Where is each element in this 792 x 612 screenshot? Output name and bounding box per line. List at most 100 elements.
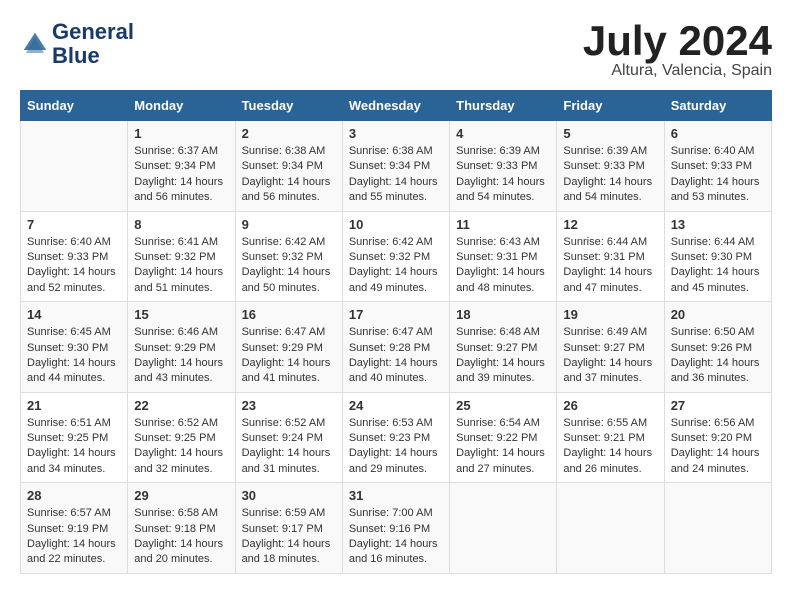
cell-content: Sunrise: 6:39 AM Sunset: 9:33 PM Dayligh… [456, 144, 550, 206]
calendar-cell: 9Sunrise: 6:42 AM Sunset: 9:32 PM Daylig… [235, 211, 342, 302]
calendar-cell [664, 483, 771, 574]
cell-content: Sunrise: 6:58 AM Sunset: 9:18 PM Dayligh… [134, 506, 228, 568]
month-title: July 2024 [583, 20, 772, 62]
day-number: 6 [671, 126, 765, 141]
cell-content: Sunrise: 6:57 AM Sunset: 9:19 PM Dayligh… [27, 506, 121, 568]
calendar-cell: 17Sunrise: 6:47 AM Sunset: 9:28 PM Dayli… [342, 302, 449, 393]
calendar-week-row: 14Sunrise: 6:45 AM Sunset: 9:30 PM Dayli… [21, 302, 772, 393]
cell-content: Sunrise: 6:39 AM Sunset: 9:33 PM Dayligh… [563, 144, 657, 206]
calendar-cell: 6 Sunrise: 6:40 AM Sunset: 9:33 PM Daylig… [664, 121, 771, 212]
day-number: 23 [242, 398, 336, 413]
day-number: 15 [134, 307, 228, 322]
cell-content: Sunrise: 6:59 AM Sunset: 9:17 PM Dayligh… [242, 506, 336, 568]
col-thursday: Thursday [450, 91, 557, 121]
day-number: 20 [671, 307, 765, 322]
calendar-cell [21, 121, 128, 212]
logo: General Blue [20, 20, 134, 68]
calendar-cell: 1Sunrise: 6:37 AM Sunset: 9:34 PM Daylig… [128, 121, 235, 212]
cell-content: Sunrise: 6:44 AM Sunset: 9:30 PM Dayligh… [671, 235, 765, 297]
day-number: 3 [349, 126, 443, 141]
calendar-cell [450, 483, 557, 574]
day-number: 18 [456, 307, 550, 322]
cell-content: Sunrise: 6:42 AM Sunset: 9:32 PM Dayligh… [242, 235, 336, 297]
day-number: 21 [27, 398, 121, 413]
calendar-cell: 10 Sunrise: 6:42 AM Sunset: 9:32 PM Dayli… [342, 211, 449, 302]
day-number: 7 [27, 217, 121, 232]
day-number: 13 [671, 217, 765, 232]
day-number: 31 [349, 488, 443, 503]
calendar-cell: 22 Sunrise: 6:52 AM Sunset: 9:25 PM Dayli… [128, 392, 235, 483]
calendar-cell: 14Sunrise: 6:45 AM Sunset: 9:30 PM Dayli… [21, 302, 128, 393]
day-number: 5 [563, 126, 657, 141]
cell-content: Sunrise: 6:38 AM Sunset: 9:34 PM Dayligh… [349, 144, 443, 206]
calendar-week-row: 28 Sunrise: 6:57 AM Sunset: 9:19 PM Dayli… [21, 483, 772, 574]
cell-content: Sunrise: 6:41 AM Sunset: 9:32 PM Dayligh… [134, 235, 228, 297]
cell-content: Sunrise: 6:51 AM Sunset: 9:25 PM Dayligh… [27, 416, 121, 478]
calendar-cell: 21 Sunrise: 6:51 AM Sunset: 9:25 PM Dayli… [21, 392, 128, 483]
col-sunday: Sunday [21, 91, 128, 121]
cell-content: Sunrise: 6:38 AM Sunset: 9:34 PM Dayligh… [242, 144, 336, 206]
calendar-cell: 8Sunrise: 6:41 AM Sunset: 9:32 PM Daylig… [128, 211, 235, 302]
cell-content: Sunrise: 6:48 AM Sunset: 9:27 PM Dayligh… [456, 325, 550, 387]
cell-content: Sunrise: 6:40 AM Sunset: 9:33 PM Dayligh… [27, 235, 121, 297]
logo-line1: General [52, 20, 134, 44]
col-wednesday: Wednesday [342, 91, 449, 121]
day-number: 19 [563, 307, 657, 322]
page-header: General Blue July 2024 Altura, Valencia,… [20, 20, 772, 80]
day-number: 11 [456, 217, 550, 232]
cell-content: Sunrise: 6:55 AM Sunset: 9:21 PM Dayligh… [563, 416, 657, 478]
calendar-header: Sunday Monday Tuesday Wednesday Thursday… [21, 91, 772, 121]
title-area: July 2024 Altura, Valencia, Spain [583, 20, 772, 80]
calendar-cell: 13 Sunrise: 6:44 AM Sunset: 9:30 PM Dayli… [664, 211, 771, 302]
calendar-cell [557, 483, 664, 574]
calendar-cell: 27Sunrise: 6:56 AM Sunset: 9:20 PM Dayli… [664, 392, 771, 483]
cell-content: Sunrise: 6:40 AM Sunset: 9:33 PM Dayligh… [671, 144, 765, 206]
day-number: 4 [456, 126, 550, 141]
day-number: 22 [134, 398, 228, 413]
cell-content: Sunrise: 6:46 AM Sunset: 9:29 PM Dayligh… [134, 325, 228, 387]
calendar-cell: 28 Sunrise: 6:57 AM Sunset: 9:19 PM Dayli… [21, 483, 128, 574]
cell-content: Sunrise: 6:49 AM Sunset: 9:27 PM Dayligh… [563, 325, 657, 387]
cell-content: Sunrise: 7:00 AM Sunset: 9:16 PM Dayligh… [349, 506, 443, 568]
cell-content: Sunrise: 6:50 AM Sunset: 9:26 PM Dayligh… [671, 325, 765, 387]
day-number: 24 [349, 398, 443, 413]
calendar-body: 1Sunrise: 6:37 AM Sunset: 9:34 PM Daylig… [21, 121, 772, 574]
calendar-cell: 16Sunrise: 6:47 AM Sunset: 9:29 PM Dayli… [235, 302, 342, 393]
calendar-cell: 24 Sunrise: 6:53 AM Sunset: 9:23 PM Dayli… [342, 392, 449, 483]
col-tuesday: Tuesday [235, 91, 342, 121]
calendar-cell: 26 Sunrise: 6:55 AM Sunset: 9:21 PM Dayli… [557, 392, 664, 483]
cell-content: Sunrise: 6:47 AM Sunset: 9:29 PM Dayligh… [242, 325, 336, 387]
day-number: 26 [563, 398, 657, 413]
cell-content: Sunrise: 6:52 AM Sunset: 9:25 PM Dayligh… [134, 416, 228, 478]
calendar-week-row: 1Sunrise: 6:37 AM Sunset: 9:34 PM Daylig… [21, 121, 772, 212]
day-number: 25 [456, 398, 550, 413]
calendar-cell: 18 Sunrise: 6:48 AM Sunset: 9:27 PM Dayli… [450, 302, 557, 393]
calendar-cell: 5 Sunrise: 6:39 AM Sunset: 9:33 PM Daylig… [557, 121, 664, 212]
calendar-cell: 23 Sunrise: 6:52 AM Sunset: 9:24 PM Dayli… [235, 392, 342, 483]
calendar-cell: 12 Sunrise: 6:44 AM Sunset: 9:31 PM Dayli… [557, 211, 664, 302]
calendar-cell: 7 Sunrise: 6:40 AM Sunset: 9:33 PM Daylig… [21, 211, 128, 302]
day-number: 29 [134, 488, 228, 503]
day-number: 14 [27, 307, 121, 322]
day-number: 2 [242, 126, 336, 141]
location-title: Altura, Valencia, Spain [583, 62, 772, 80]
logo-icon [20, 29, 50, 59]
day-number: 28 [27, 488, 121, 503]
day-number: 12 [563, 217, 657, 232]
calendar-cell: 25Sunrise: 6:54 AM Sunset: 9:22 PM Dayli… [450, 392, 557, 483]
cell-content: Sunrise: 6:43 AM Sunset: 9:31 PM Dayligh… [456, 235, 550, 297]
calendar-cell: 31 Sunrise: 7:00 AM Sunset: 9:16 PM Dayli… [342, 483, 449, 574]
day-number: 1 [134, 126, 228, 141]
cell-content: Sunrise: 6:44 AM Sunset: 9:31 PM Dayligh… [563, 235, 657, 297]
calendar-cell: 19 Sunrise: 6:49 AM Sunset: 9:27 PM Dayli… [557, 302, 664, 393]
cell-content: Sunrise: 6:53 AM Sunset: 9:23 PM Dayligh… [349, 416, 443, 478]
calendar-week-row: 7 Sunrise: 6:40 AM Sunset: 9:33 PM Daylig… [21, 211, 772, 302]
calendar-cell: 2 Sunrise: 6:38 AM Sunset: 9:34 PM Daylig… [235, 121, 342, 212]
logo-text: General Blue [52, 20, 134, 68]
cell-content: Sunrise: 6:42 AM Sunset: 9:32 PM Dayligh… [349, 235, 443, 297]
header-row: Sunday Monday Tuesday Wednesday Thursday… [21, 91, 772, 121]
calendar-cell: 11 Sunrise: 6:43 AM Sunset: 9:31 PM Dayli… [450, 211, 557, 302]
day-number: 10 [349, 217, 443, 232]
cell-content: Sunrise: 6:47 AM Sunset: 9:28 PM Dayligh… [349, 325, 443, 387]
cell-content: Sunrise: 6:52 AM Sunset: 9:24 PM Dayligh… [242, 416, 336, 478]
